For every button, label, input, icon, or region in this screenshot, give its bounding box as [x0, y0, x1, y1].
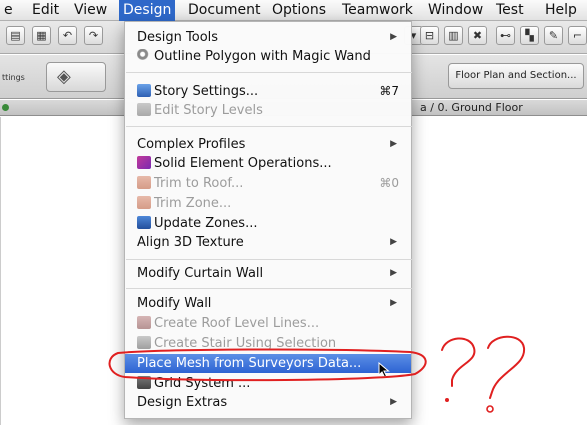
menu-window[interactable]: Window	[424, 0, 487, 21]
menu-item-design-tools[interactable]: Design Tools ▶	[125, 28, 411, 47]
menu-options[interactable]: Options	[268, 0, 330, 21]
corner-icon[interactable]: ⌐	[568, 26, 587, 45]
submenu-arrow-icon: ▶	[390, 268, 397, 278]
menu-item-outline-polygon[interactable]: Outline Polygon with Magic Wand	[125, 47, 411, 66]
menu-item-label: Solid Element Operations...	[154, 156, 332, 171]
menu-item-place-mesh[interactable]: Place Mesh from Surveyors Data...	[125, 354, 411, 373]
menu-item-label: Modify Curtain Wall	[137, 266, 264, 281]
menu-item-label: Create Roof Level Lines...	[154, 316, 320, 331]
marker-icon[interactable]: ▚	[520, 26, 539, 45]
menu-item-label: Align 3D Texture	[137, 235, 244, 250]
menu-item-complex-profiles[interactable]: Complex Profiles ▶	[125, 135, 411, 154]
trim-zone-icon	[137, 196, 151, 209]
undo-icon[interactable]: ↶	[58, 26, 77, 45]
menu-document[interactable]: Document	[184, 0, 265, 21]
clipboard-icon[interactable]: ▦	[32, 26, 51, 45]
menu-item-modify-wall[interactable]: Modify Wall ▶	[125, 294, 411, 313]
redo-icon[interactable]: ↷	[84, 26, 103, 45]
floor-plan-section-button[interactable]: Floor Plan and Section...	[448, 63, 584, 89]
menu-item-label: Trim to Roof...	[154, 176, 244, 191]
solid-element-icon	[137, 156, 151, 169]
menu-separator	[126, 72, 412, 73]
menu-item-modify-curtain-wall[interactable]: Modify Curtain Wall ▶	[125, 264, 411, 283]
menu-item-create-roof-level-lines: Create Roof Level Lines...	[125, 314, 411, 333]
table-icon[interactable]: ▥	[444, 26, 463, 45]
menu-item-label: Grid System ...	[154, 376, 251, 391]
magic-wand-icon	[137, 49, 151, 62]
stair-icon	[137, 336, 151, 349]
menu-view[interactable]: View	[70, 0, 111, 21]
menu-edit[interactable]: Edit	[28, 0, 63, 21]
connect-icon[interactable]: ⊷	[496, 26, 515, 45]
menu-item-label: Outline Polygon with Magic Wand	[154, 49, 371, 64]
design-menu-dropdown: Design Tools ▶ Outline Polygon with Magi…	[124, 21, 412, 419]
shortcut-label: ⌘0	[379, 176, 399, 190]
menu-item-label: Create Stair Using Selection	[154, 336, 337, 351]
menu-item-label: Modify Wall	[137, 296, 212, 311]
menu-item-label: Trim Zone...	[154, 196, 232, 211]
menu-item-trim-zone: Trim Zone...	[125, 194, 411, 213]
layer-icon[interactable]: ⊟	[420, 26, 439, 45]
menu-item-trim-to-roof: Trim to Roof... ⌘0	[125, 174, 411, 193]
menu-separator	[126, 259, 412, 260]
tool-settings-icon[interactable]: ◈	[46, 62, 106, 92]
submenu-arrow-icon: ▶	[390, 397, 397, 407]
grid-system-icon	[137, 376, 151, 389]
settings-label: ttings	[2, 73, 25, 82]
menu-item-label: Update Zones...	[154, 216, 258, 231]
menu-item-create-stair: Create Stair Using Selection	[125, 334, 411, 353]
menu-item-label: Complex Profiles	[137, 137, 246, 152]
menu-help[interactable]: Help	[541, 0, 581, 21]
update-zones-icon	[137, 216, 151, 229]
menu-item-label: Story Settings...	[154, 84, 259, 99]
menu-item-update-zones[interactable]: Update Zones...	[125, 214, 411, 233]
menu-item-align-3d-texture[interactable]: Align 3D Texture ▶	[125, 233, 411, 252]
current-story-path: a / 0. Ground Floor	[420, 101, 523, 114]
menu-teamwork[interactable]: Teamwork	[338, 0, 417, 21]
menu-item-story-settings[interactable]: Story Settings... ⌘7	[125, 82, 411, 101]
menu-item-label: Place Mesh from Surveyors Data...	[137, 356, 362, 371]
menu-item-edit-story-levels: Edit Story Levels	[125, 101, 411, 120]
submenu-arrow-icon: ▶	[390, 32, 397, 42]
paste-icon[interactable]: ▤	[6, 26, 25, 45]
menu-item-label: Design Extras	[137, 395, 228, 410]
menu-test[interactable]: Test	[492, 0, 528, 21]
roof-level-icon	[137, 316, 151, 329]
mouse-cursor-icon	[378, 362, 390, 378]
menu-item-label: Edit Story Levels	[154, 103, 263, 118]
submenu-arrow-icon: ▶	[390, 298, 397, 308]
submenu-arrow-icon: ▶	[390, 237, 397, 247]
edit-story-levels-icon	[137, 103, 151, 116]
status-indicator-icon	[2, 104, 9, 111]
close-x-icon[interactable]: ✖	[468, 26, 487, 45]
menu-design[interactable]: Design	[119, 0, 176, 21]
menu-bar: e Edit View Design Document Options Team…	[0, 0, 587, 21]
trim-roof-icon	[137, 176, 151, 189]
menu-item-design-extras[interactable]: Design Extras ▶	[125, 393, 411, 412]
menu-file[interactable]: e	[0, 0, 17, 21]
pencil-icon[interactable]: ✎	[544, 26, 563, 45]
menu-separator	[126, 288, 412, 289]
shortcut-label: ⌘7	[379, 84, 399, 98]
menu-item-label: Design Tools	[137, 30, 219, 45]
submenu-arrow-icon: ▶	[390, 139, 397, 149]
menu-item-solid-element-operations[interactable]: Solid Element Operations...	[125, 154, 411, 173]
menu-separator	[126, 126, 412, 127]
story-settings-icon	[137, 84, 151, 97]
menu-item-grid-system[interactable]: Grid System ...	[125, 374, 411, 393]
